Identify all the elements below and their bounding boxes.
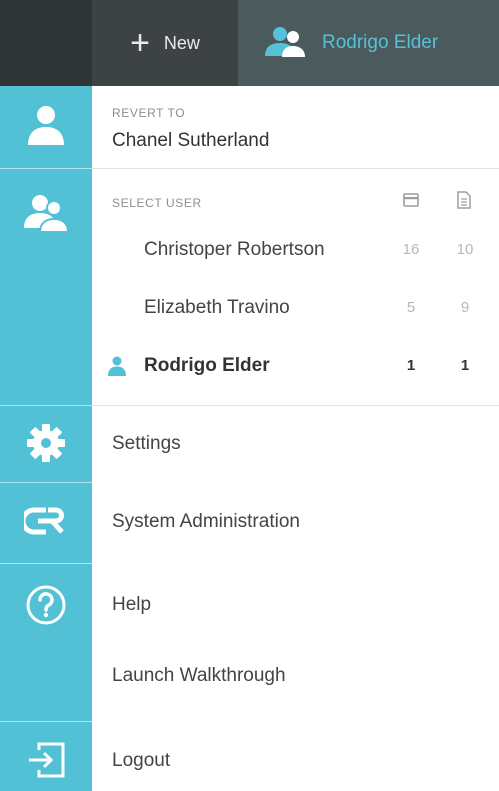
section-divider (92, 168, 499, 169)
current-user-button[interactable]: Rodrigo Elder (238, 0, 499, 86)
logout-icon (0, 740, 92, 780)
rail-divider (0, 168, 92, 169)
new-button-label: New (163, 32, 200, 53)
rail-divider (0, 721, 92, 722)
document-icon (457, 191, 471, 214)
plus-icon: + (130, 24, 150, 62)
select-user-caption: SELECT USER (112, 196, 202, 210)
system-administration-label: System Administration (112, 511, 300, 532)
top-bar-left-spacer (0, 0, 92, 86)
user-icon (0, 104, 92, 146)
user-count-documents: 10 (456, 241, 474, 258)
help-icon (0, 584, 92, 626)
revert-to-name: Chanel Sutherland (112, 130, 270, 151)
user-menu-screen: + New Rodrigo Elder REVERT TO Chanel Sut… (0, 0, 499, 791)
top-bar: + New Rodrigo Elder (0, 0, 499, 86)
active-user-icon (108, 356, 126, 381)
revert-to-item[interactable]: REVERT TO Chanel Sutherland (92, 86, 499, 168)
cr-logo-icon (0, 506, 92, 536)
users-icon (0, 192, 92, 232)
settings-label: Settings (112, 433, 181, 454)
user-row-christoper-robertson[interactable]: Christoper Robertson 16 10 (92, 222, 499, 278)
user-row-elizabeth-travino[interactable]: Elizabeth Travino 5 9 (92, 280, 499, 336)
user-row-rodrigo-elder[interactable]: Rodrigo Elder 1 1 (92, 338, 499, 394)
new-button[interactable]: + New (92, 0, 238, 86)
card-icon (403, 192, 419, 213)
gear-icon (0, 423, 92, 463)
users-icon (262, 24, 308, 63)
user-count-cards: 5 (406, 299, 416, 316)
launch-walkthrough-menu-item[interactable]: Launch Walkthrough (92, 640, 499, 720)
user-count-documents: 9 (460, 299, 470, 316)
user-name: Christoper Robertson (144, 239, 325, 260)
rail-divider (0, 563, 92, 564)
logout-label: Logout (112, 750, 171, 771)
user-count-cards: 16 (402, 241, 420, 258)
rail-divider (0, 482, 92, 483)
user-name: Rodrigo Elder (144, 355, 270, 376)
help-label: Help (112, 594, 152, 615)
system-administration-menu-item[interactable]: System Administration (92, 483, 499, 563)
user-name: Elizabeth Travino (144, 297, 290, 318)
logout-menu-item[interactable]: Logout (92, 722, 499, 791)
revert-to-caption: REVERT TO (112, 106, 186, 120)
user-count-cards: 1 (406, 357, 416, 374)
current-user-name: Rodrigo Elder (322, 32, 439, 53)
launch-walkthrough-label: Launch Walkthrough (112, 665, 286, 686)
rail-divider (0, 405, 92, 406)
help-menu-item[interactable]: Help (92, 564, 499, 640)
user-count-documents: 1 (460, 357, 470, 374)
settings-menu-item[interactable]: Settings (92, 406, 499, 482)
